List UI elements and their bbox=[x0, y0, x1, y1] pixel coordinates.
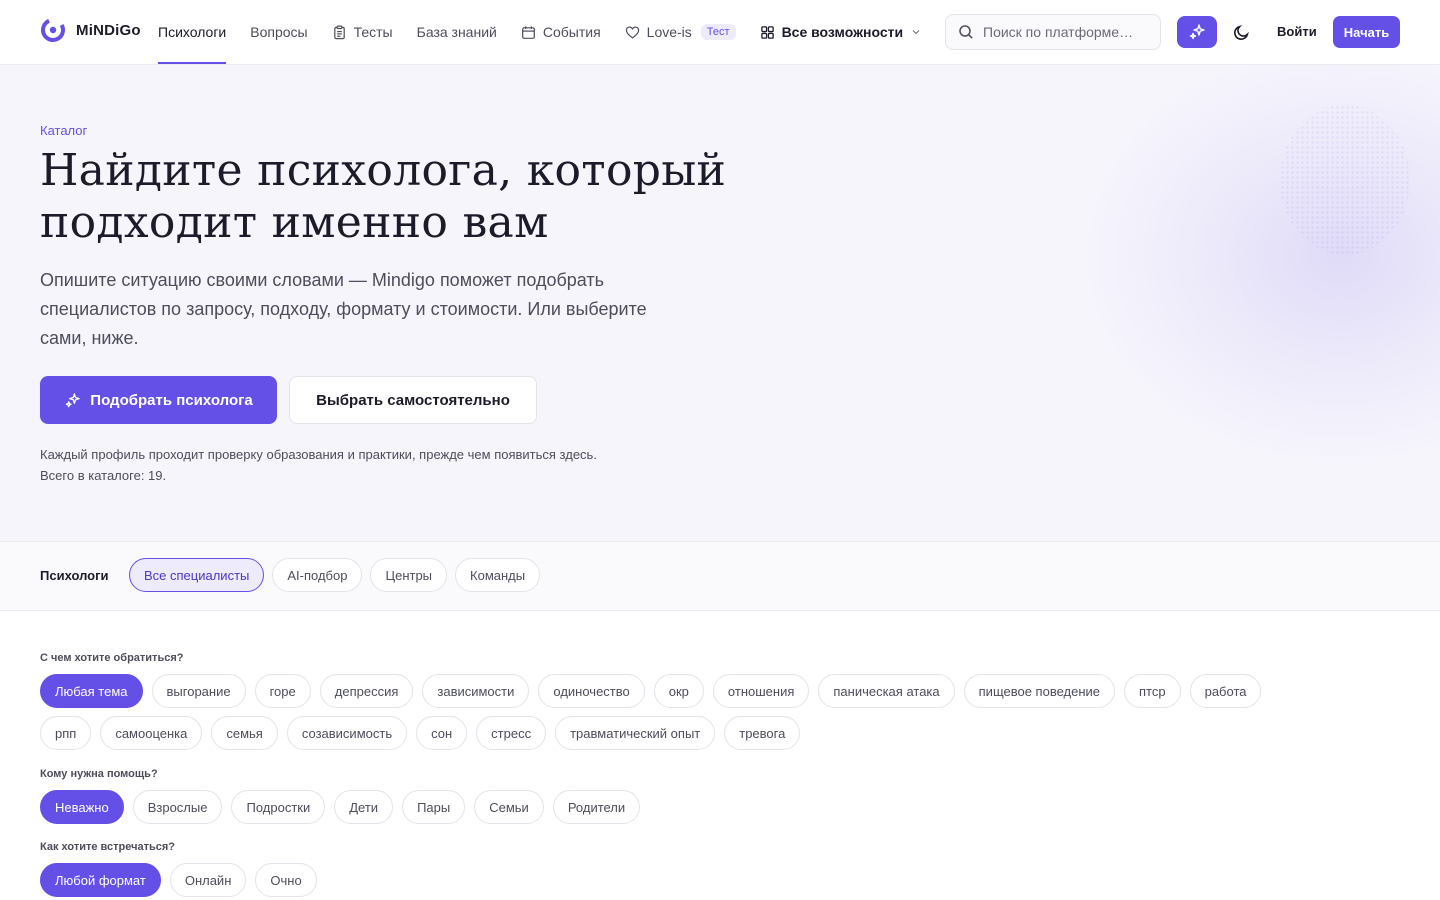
hero-eyebrow: Каталог bbox=[40, 123, 88, 138]
format-chip[interactable]: Любой формат bbox=[40, 863, 161, 897]
top-header: MiNDiGo Психологи Вопросы Тесты База зна… bbox=[0, 0, 1440, 65]
topic-chip[interactable]: отношения bbox=[712, 674, 810, 708]
tab-ai-matching[interactable]: AI-подбор bbox=[272, 558, 363, 592]
nav-questions-label: Вопросы bbox=[250, 24, 308, 40]
topic-chip[interactable]: рпп bbox=[40, 716, 92, 750]
topic-chip[interactable]: одиночество bbox=[538, 674, 645, 708]
nav-love-is-label: Love-is bbox=[646, 24, 692, 40]
topic-chip[interactable]: работа bbox=[1189, 674, 1262, 708]
nav-tests-label: Тесты bbox=[353, 24, 393, 40]
hero-decorative-dots bbox=[1280, 105, 1410, 255]
nav-events[interactable]: События bbox=[521, 0, 601, 64]
calendar-icon bbox=[521, 25, 535, 39]
format-chip[interactable]: Очно bbox=[255, 863, 317, 897]
tab-teams[interactable]: Команды bbox=[455, 558, 541, 592]
logo-mark-icon bbox=[41, 18, 65, 42]
catalog-count: Всего в каталоге: 19. bbox=[40, 468, 167, 483]
sparkles-icon bbox=[65, 392, 81, 407]
topic-chip[interactable]: сон bbox=[416, 716, 468, 750]
nav-love-is[interactable]: Love-is Тест bbox=[625, 0, 736, 64]
nav-questions[interactable]: Вопросы bbox=[250, 0, 307, 64]
topic-chip[interactable]: тревога bbox=[724, 716, 801, 750]
nav-knowledge-base-label: База знаний bbox=[416, 24, 497, 40]
topic-chip[interactable]: паническая атака bbox=[818, 674, 955, 708]
audience-chip[interactable]: Взрослые bbox=[132, 790, 223, 824]
format-chips: Любой формат Онлайн Очно bbox=[40, 863, 317, 897]
catalog-tabs: Все специалисты AI-подбор Центры Команды bbox=[129, 558, 541, 592]
hero-subtitle: Опишите ситуацию своими словами — Mindig… bbox=[40, 270, 647, 348]
topic-chip[interactable]: зависимости bbox=[422, 674, 530, 708]
audience-chip[interactable]: Родители bbox=[552, 790, 641, 824]
ai-assistant-button[interactable] bbox=[1177, 16, 1217, 48]
search-box[interactable] bbox=[945, 14, 1161, 50]
topic-chip[interactable]: травматический опыт bbox=[555, 716, 716, 750]
logo-text: MiNDiGo bbox=[76, 21, 141, 39]
hero-section: Каталог Найдите психолога, который подхо… bbox=[0, 65, 1440, 541]
nav-knowledge-base[interactable]: База знаний bbox=[417, 0, 497, 64]
match-psychologist-button[interactable]: Подобрать психолога bbox=[40, 376, 277, 424]
start-button[interactable]: Начать bbox=[1333, 16, 1400, 48]
topic-chip[interactable]: горе bbox=[254, 674, 311, 708]
audience-chips: Неважно Взрослые Подростки Дети Пары Сем… bbox=[40, 790, 641, 824]
match-psychologist-label: Подобрать психолога bbox=[90, 391, 253, 409]
catalog-tabs-bar: Психологи Все специалисты AI-подбор Цент… bbox=[0, 541, 1440, 611]
topic-filter-label: С чем хотите обратиться? bbox=[40, 652, 184, 664]
search-icon bbox=[959, 25, 973, 39]
heart-icon bbox=[625, 25, 639, 39]
audience-filter-label: Кому нужна помощь? bbox=[40, 768, 158, 780]
tab-all-specialists[interactable]: Все специалисты bbox=[129, 558, 265, 592]
moon-icon bbox=[1233, 24, 1249, 40]
main-nav: Психологи Вопросы Тесты База знаний Собы… bbox=[158, 0, 946, 64]
theme-toggle[interactable] bbox=[1229, 20, 1253, 44]
verification-note: Каждый профиль проходит проверку образов… bbox=[40, 447, 597, 462]
topic-chip[interactable]: Любая тема bbox=[40, 674, 143, 708]
nav-psychologists[interactable]: Психологи bbox=[158, 0, 227, 64]
chevron-down-icon bbox=[912, 30, 920, 35]
test-badge: Тест bbox=[700, 24, 736, 40]
topic-chips-row-1: Любая тема выгорание горе депрессия зави… bbox=[40, 674, 1262, 708]
nav-tests[interactable]: Тесты bbox=[332, 0, 393, 64]
topic-chip[interactable]: семья bbox=[211, 716, 278, 750]
filters-section: С чем хотите обратиться? Любая тема выго… bbox=[0, 611, 1440, 900]
nav-all-features[interactable]: Все возможности bbox=[760, 0, 923, 64]
topic-chip[interactable]: депрессия bbox=[319, 674, 414, 708]
nav-psychologists-label: Психологи bbox=[158, 24, 227, 40]
topic-chips-row-2: рпп самооценка семья созависимость сон с… bbox=[40, 716, 801, 750]
nav-events-label: События bbox=[542, 24, 601, 40]
topic-chip[interactable]: птср bbox=[1124, 674, 1181, 708]
logo[interactable]: MiNDiGo bbox=[40, 17, 141, 43]
audience-chip[interactable]: Пары bbox=[402, 790, 466, 824]
format-filter-label: Как хотите встречаться? bbox=[40, 841, 175, 853]
choose-yourself-label: Выбрать самостоятельно bbox=[316, 391, 510, 409]
sparkles-icon bbox=[1189, 24, 1205, 40]
topic-chip[interactable]: самооценка bbox=[100, 716, 203, 750]
catalog-tabs-label: Психологи bbox=[40, 568, 109, 583]
format-chip[interactable]: Онлайн bbox=[169, 863, 247, 897]
topic-chip[interactable]: выгорание bbox=[151, 674, 246, 708]
topic-chip[interactable]: созависимость bbox=[286, 716, 408, 750]
audience-chip[interactable]: Дети bbox=[334, 790, 394, 824]
topic-chip[interactable]: окр bbox=[653, 674, 704, 708]
login-link[interactable]: Войти bbox=[1277, 24, 1317, 39]
audience-chip[interactable]: Подростки bbox=[231, 790, 326, 824]
topic-chip[interactable]: пищевое поведение bbox=[963, 674, 1116, 708]
topic-chip[interactable]: стресс bbox=[476, 716, 547, 750]
clipboard-icon bbox=[333, 25, 345, 39]
search-input[interactable] bbox=[983, 24, 1143, 40]
nav-all-features-label: Все возможности bbox=[781, 24, 904, 40]
audience-chip[interactable]: Семьи bbox=[474, 790, 544, 824]
audience-chip[interactable]: Неважно bbox=[40, 790, 124, 824]
grid-icon bbox=[760, 25, 774, 39]
hero-note: Каждый профиль проходит проверку образов… bbox=[40, 444, 597, 486]
choose-yourself-button[interactable]: Выбрать самостоятельно bbox=[289, 376, 537, 424]
tab-centers[interactable]: Центры bbox=[370, 558, 448, 592]
page-title: Найдите психолога, который подходит имен… bbox=[40, 145, 727, 248]
